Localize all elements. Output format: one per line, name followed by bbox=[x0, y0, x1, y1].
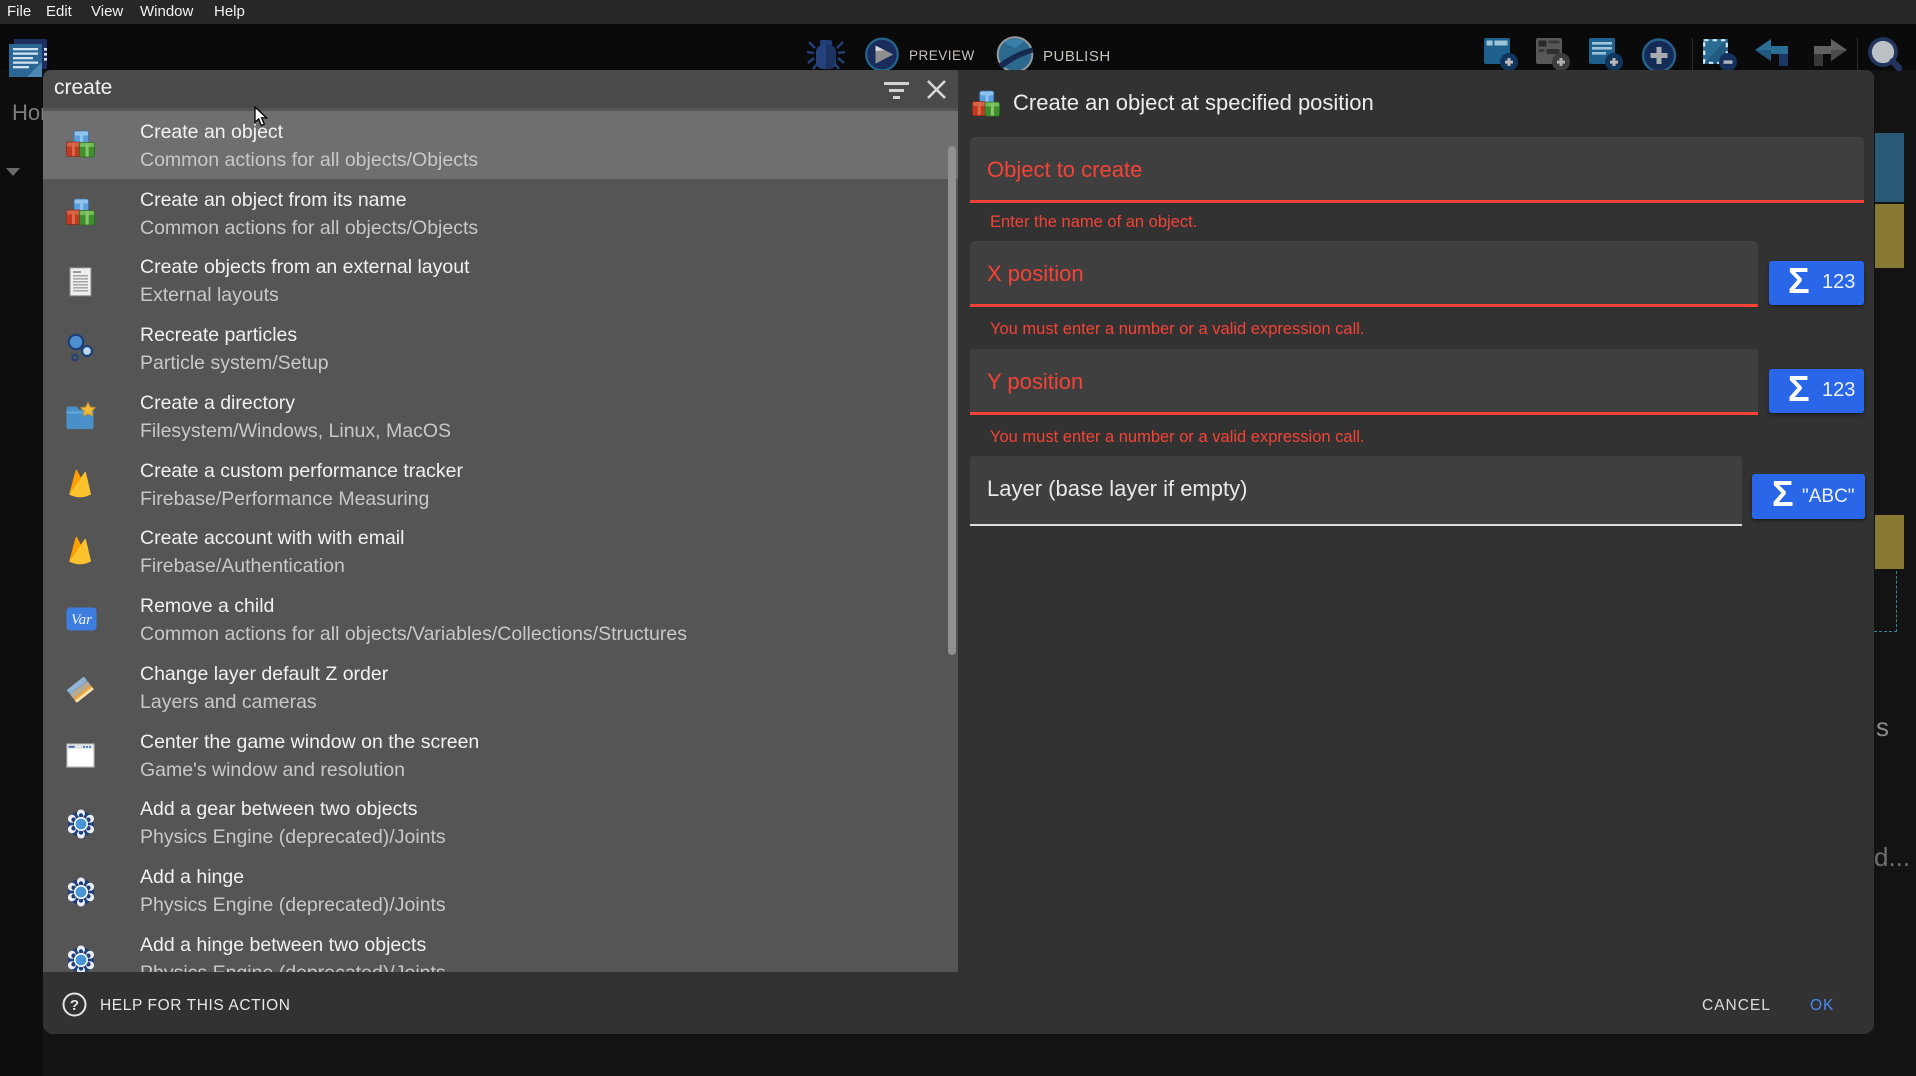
svg-text:?: ? bbox=[70, 997, 79, 1014]
svg-text:Var: Var bbox=[71, 612, 92, 628]
